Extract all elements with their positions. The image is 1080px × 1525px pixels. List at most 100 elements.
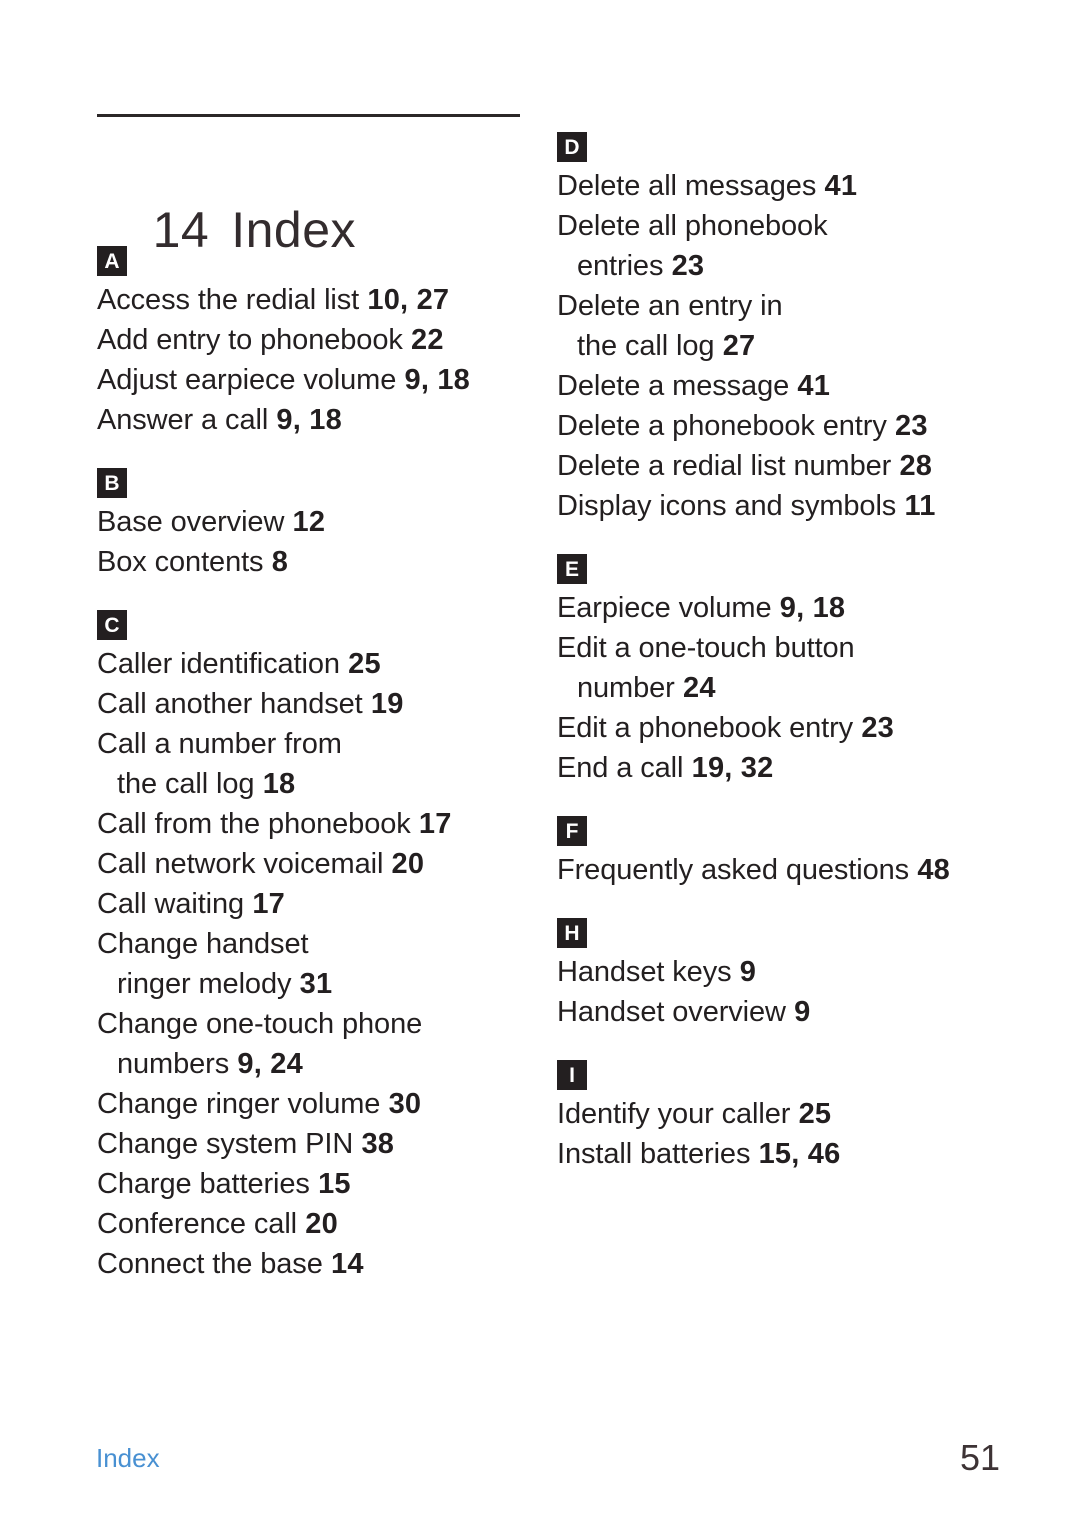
index-entry[interactable]: the call log 18 bbox=[97, 764, 527, 804]
index-entry-pages: 38 bbox=[353, 1128, 395, 1160]
index-entry-label: Handset keys bbox=[557, 956, 732, 988]
index-entry-label: Charge batteries bbox=[97, 1168, 310, 1200]
index-entry-pages: 18 bbox=[254, 768, 296, 800]
index-entry-label: Handset overview bbox=[557, 996, 786, 1028]
index-entry[interactable]: Call another handset 19 bbox=[97, 684, 527, 724]
index-entry-label: End a call bbox=[557, 752, 684, 784]
index-entry[interactable]: the call log 27 bbox=[557, 326, 987, 366]
index-entry-label: Call from the phonebook bbox=[97, 808, 411, 840]
index-entry[interactable]: Install batteries 15, 46 bbox=[557, 1134, 987, 1174]
index-entry[interactable]: Frequently asked questions 48 bbox=[557, 850, 987, 890]
index-entry-pages: 17 bbox=[410, 808, 452, 840]
index-section-f: F Frequently asked questions 48 bbox=[557, 816, 987, 890]
index-entry[interactable]: Change handset bbox=[97, 924, 527, 964]
index-entry-label: Call network voicemail bbox=[97, 848, 384, 880]
index-entry[interactable]: Call a number from bbox=[97, 724, 527, 764]
index-entry-pages: 19 bbox=[362, 688, 404, 720]
index-entry[interactable]: Edit a phonebook entry 23 bbox=[557, 708, 987, 748]
footer-section-label: Index bbox=[96, 1443, 160, 1473]
index-entry[interactable]: Access the redial list 10, 27 bbox=[97, 280, 527, 320]
index-entry-label: the call log bbox=[577, 330, 715, 362]
index-entry[interactable]: Call network voicemail 20 bbox=[97, 844, 527, 884]
index-entry[interactable]: Box contents 8 bbox=[97, 542, 527, 582]
index-entry-pages: 19, 32 bbox=[683, 752, 774, 784]
index-entry-label: Caller identification bbox=[97, 648, 340, 680]
index-entry[interactable]: Change ringer volume 30 bbox=[97, 1084, 527, 1124]
index-section-d: D Delete all messages 41 Delete all phoneb… bbox=[557, 132, 987, 526]
index-entry[interactable]: End a call 19, 32 bbox=[557, 748, 987, 788]
index-entry-pages: 9, 18 bbox=[396, 364, 471, 396]
index-entry-label: Change one-touch phone bbox=[97, 1008, 423, 1040]
index-entry[interactable]: ringer melody 31 bbox=[97, 964, 527, 1004]
letter-badge-h: H bbox=[557, 918, 587, 948]
index-entry[interactable]: Edit a one-touch button bbox=[557, 628, 987, 668]
index-entry[interactable]: Delete an entry in bbox=[557, 286, 987, 326]
index-entry[interactable]: Caller identification 25 bbox=[97, 644, 527, 684]
index-entry[interactable]: Delete a phonebook entry 23 bbox=[557, 406, 987, 446]
index-entry-label: Earpiece volume bbox=[557, 592, 772, 624]
index-entry-pages: 9 bbox=[731, 956, 757, 988]
index-entry[interactable]: Adjust earpiece volume 9, 18 bbox=[97, 360, 527, 400]
index-entry-pages: 9, 24 bbox=[229, 1048, 303, 1080]
index-entry-pages: 8 bbox=[263, 546, 289, 578]
index-entry-pages: 48 bbox=[909, 854, 950, 886]
letter-badge-e: E bbox=[557, 554, 587, 584]
index-section-e: E Earpiece volume 9, 18 Edit a one-touch b… bbox=[557, 554, 987, 788]
right-column: D Delete all messages 41 Delete all phoneb… bbox=[557, 132, 987, 1174]
index-entry[interactable]: Handset keys 9 bbox=[557, 952, 987, 992]
left-column: A Access the redial list 10, 27 Add entry … bbox=[97, 132, 527, 1284]
index-entry[interactable]: Charge batteries 15 bbox=[97, 1164, 527, 1204]
index-entry-pages: 28 bbox=[891, 450, 933, 482]
index-entry[interactable]: Identify your caller 25 bbox=[557, 1094, 987, 1134]
index-entry[interactable]: Display icons and symbols 11 bbox=[557, 486, 987, 526]
index-entry-label: Delete an entry in bbox=[557, 290, 783, 322]
header-rule bbox=[97, 114, 520, 117]
index-entry[interactable]: Call from the phonebook 17 bbox=[97, 804, 527, 844]
index-entry[interactable]: Connect the base 14 bbox=[97, 1244, 527, 1284]
index-entry[interactable]: Delete a redial list number 28 bbox=[557, 446, 987, 486]
index-entry-pages: 25 bbox=[339, 648, 381, 680]
index-entry[interactable]: Change one-touch phone bbox=[97, 1004, 527, 1044]
index-entry-pages: 41 bbox=[789, 370, 831, 402]
index-entry[interactable]: Earpiece volume 9, 18 bbox=[557, 588, 987, 628]
index-entry-label: Change ringer volume bbox=[97, 1088, 381, 1120]
index-section-i: I Identify your caller 25 Install batterie… bbox=[557, 1060, 987, 1174]
index-entry-label: Call another handset bbox=[97, 688, 363, 720]
index-section-b: B Base overview 12 Box contents 8 bbox=[97, 468, 527, 582]
index-entry[interactable]: Delete all messages 41 bbox=[557, 166, 987, 206]
index-entry-label: ringer melody bbox=[117, 968, 292, 1000]
index-entry[interactable]: Call waiting 17 bbox=[97, 884, 527, 924]
index-entry-pages: 23 bbox=[853, 712, 894, 744]
index-entry[interactable]: Base overview 12 bbox=[97, 502, 527, 542]
index-entry-pages: 41 bbox=[816, 170, 858, 202]
index-entry-list: Identify your caller 25 Install batteries… bbox=[557, 1094, 987, 1174]
index-entry[interactable]: entries 23 bbox=[557, 246, 987, 286]
index-entry-list: Caller identification 25 Call another han… bbox=[97, 644, 527, 1284]
index-entry[interactable]: Answer a call 9, 18 bbox=[97, 400, 527, 440]
index-entry-label: Edit a one-touch button bbox=[557, 632, 855, 664]
index-entry-pages: 30 bbox=[380, 1088, 422, 1120]
index-entry-list: Access the redial list 10, 27 Add entry t… bbox=[97, 280, 527, 440]
index-entry[interactable]: number 24 bbox=[557, 668, 987, 708]
index-entry[interactable]: Conference call 20 bbox=[97, 1204, 527, 1244]
index-entry[interactable]: Handset overview 9 bbox=[557, 992, 987, 1032]
index-entry[interactable]: Change system PIN 38 bbox=[97, 1124, 527, 1164]
index-entry[interactable]: numbers 9, 24 bbox=[97, 1044, 527, 1084]
index-entry-label: Connect the base bbox=[97, 1248, 323, 1280]
index-entry-label: entries bbox=[577, 250, 664, 282]
index-entry-pages: 27 bbox=[714, 330, 756, 362]
index-entry-label: Answer a call bbox=[97, 404, 269, 436]
index-entry-label: Display icons and symbols bbox=[557, 490, 897, 522]
index-entry-label: Change handset bbox=[97, 928, 309, 960]
index-entry-label: Delete a phonebook entry bbox=[557, 410, 887, 442]
letter-badge-i: I bbox=[557, 1060, 587, 1090]
index-entry[interactable]: Delete a message 41 bbox=[557, 366, 987, 406]
index-entry[interactable]: Delete all phonebook bbox=[557, 206, 987, 246]
index-entry-label: Base overview bbox=[97, 506, 285, 538]
index-entry-label: Adjust earpiece volume bbox=[97, 364, 397, 396]
index-entry[interactable]: Add entry to phonebook 22 bbox=[97, 320, 527, 360]
index-entry-label: Delete all phonebook bbox=[557, 210, 828, 242]
index-entry-label: Delete a message bbox=[557, 370, 790, 402]
index-entry-pages: 15 bbox=[309, 1168, 351, 1200]
left-column-sections: A Access the redial list 10, 27 Add entry … bbox=[97, 132, 527, 1284]
